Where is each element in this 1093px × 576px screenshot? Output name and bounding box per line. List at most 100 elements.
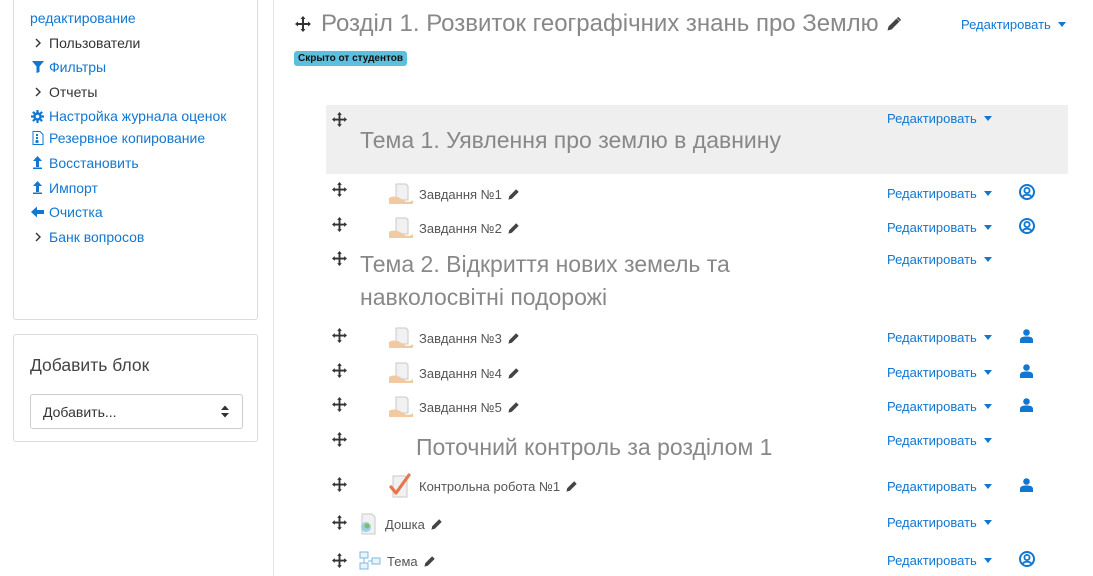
pencil-icon[interactable]: [508, 367, 520, 379]
edit-menu[interactable]: Редактировать: [887, 220, 992, 235]
activity-title: Завдання №1: [419, 186, 502, 202]
user-icon[interactable]: [1020, 398, 1033, 412]
user-icon[interactable]: [1020, 364, 1033, 378]
caret-down-icon: [983, 558, 992, 563]
pencil-icon[interactable]: [431, 518, 443, 530]
section-edit-menu[interactable]: Редактировать: [961, 17, 1066, 32]
admin-item-users[interactable]: Пользователи: [30, 31, 257, 56]
structure-icon: [359, 551, 381, 570]
chevron-right-icon: [30, 31, 45, 55]
user-icon[interactable]: [1020, 478, 1033, 492]
admin-item-label: Фильтры: [49, 59, 107, 76]
activity-assignment-4[interactable]: Завдання №4: [389, 362, 520, 384]
chevron-right-icon: [30, 80, 45, 104]
assignment-icon: [389, 362, 413, 383]
move-icon[interactable]: [332, 217, 347, 232]
edit-menu[interactable]: Редактировать: [887, 365, 992, 380]
user-circle-icon[interactable]: [1019, 218, 1035, 234]
edit-menu[interactable]: Редактировать: [887, 186, 992, 201]
admin-item-question-bank[interactable]: Банк вопросов: [30, 225, 257, 250]
move-icon[interactable]: [332, 515, 347, 530]
pencil-icon[interactable]: [508, 401, 520, 413]
move-icon[interactable]: [332, 553, 347, 568]
activity-board[interactable]: Дошка: [359, 513, 443, 535]
move-icon[interactable]: [332, 112, 347, 127]
assignment-icon: [389, 327, 413, 348]
course-content: Розділ 1. Розвиток географічних знань пр…: [275, 0, 1093, 576]
admin-item-restore[interactable]: Восстановить: [30, 151, 257, 176]
activity-theme[interactable]: Тема: [359, 551, 436, 571]
admin-item-label: Банк вопросов: [49, 228, 145, 245]
edit-menu[interactable]: Редактировать: [887, 515, 992, 530]
admin-item-label: Очистка: [49, 204, 103, 221]
caret-down-icon: [983, 370, 992, 375]
edit-menu[interactable]: Редактировать: [887, 479, 992, 494]
edit-label: Редактировать: [887, 479, 977, 494]
edit-menu[interactable]: Редактировать: [887, 399, 992, 414]
activity-title: Контрольна робота №1: [419, 478, 561, 494]
label-text: Поточний контроль за розділом 1: [416, 434, 773, 460]
admin-item-backup[interactable]: Резервное копирование: [30, 126, 257, 151]
caret-down-icon: [983, 191, 992, 196]
caret-down-icon: [983, 116, 992, 121]
user-circle-icon[interactable]: [1019, 551, 1035, 567]
move-icon[interactable]: [332, 328, 347, 343]
move-icon[interactable]: [332, 432, 347, 447]
pencil-icon[interactable]: [508, 222, 520, 234]
move-icon[interactable]: [332, 477, 347, 492]
activity-title: Тема: [387, 553, 418, 569]
pencil-icon[interactable]: [566, 480, 578, 492]
caret-down-icon: [983, 404, 992, 409]
file-archive-icon: [30, 126, 45, 150]
edit-label: Редактировать: [887, 186, 977, 201]
admin-item-label: Восстановить: [49, 154, 139, 171]
edit-label: Редактировать: [887, 515, 977, 530]
edit-label: Редактировать: [887, 111, 977, 126]
edit-menu[interactable]: Редактировать: [887, 433, 992, 448]
edit-label: Редактировать: [961, 17, 1051, 32]
admin-item-reset[interactable]: Очистка: [30, 200, 257, 225]
move-icon[interactable]: [332, 182, 347, 197]
admin-item-label: Пользователи: [49, 34, 141, 51]
edit-menu[interactable]: Редактировать: [887, 553, 992, 568]
add-block-select[interactable]: Добавить...: [30, 394, 243, 429]
activity-assignment-1[interactable]: Завдання №1: [389, 183, 520, 205]
edit-label: Редактировать: [887, 252, 977, 267]
upload-icon: [30, 176, 45, 200]
admin-item-label: Импорт: [49, 179, 98, 196]
move-icon[interactable]: [332, 397, 347, 412]
admin-item-filters[interactable]: Фильтры: [30, 55, 257, 80]
assignment-icon: [389, 183, 413, 204]
pencil-icon[interactable]: [424, 555, 436, 567]
activity-assignment-2[interactable]: Завдання №2: [389, 217, 520, 239]
move-icon[interactable]: [295, 16, 311, 32]
activity-assignment-3[interactable]: Завдання №3: [389, 327, 520, 349]
caret-down-icon: [1057, 22, 1066, 27]
admin-item-label: редактирование: [30, 10, 136, 26]
move-icon[interactable]: [332, 251, 347, 266]
edit-label: Редактировать: [887, 433, 977, 448]
left-column: редактирование Пользователи Фильтры Отче…: [0, 0, 274, 576]
add-block-card: Добавить блок Добавить...: [13, 334, 258, 442]
add-block-title: Добавить блок: [30, 355, 150, 375]
admin-item-label: Отчеты: [49, 83, 98, 100]
pencil-icon[interactable]: [508, 188, 520, 200]
pencil-icon[interactable]: [508, 332, 520, 344]
admin-item-gradebook-setup[interactable]: Настройка журнала оценок: [30, 104, 257, 126]
admin-item-reports[interactable]: Отчеты: [30, 80, 257, 105]
move-icon[interactable]: [332, 363, 347, 378]
pencil-icon[interactable]: [887, 17, 901, 31]
edit-menu[interactable]: Редактировать: [887, 111, 992, 126]
edit-menu[interactable]: Редактировать: [887, 330, 992, 345]
caret-down-icon: [983, 438, 992, 443]
user-circle-icon[interactable]: [1019, 184, 1035, 200]
activity-assignment-5[interactable]: Завдання №5: [389, 396, 520, 418]
board-icon: [361, 513, 376, 535]
user-icon[interactable]: [1020, 329, 1033, 343]
activity-quiz-1[interactable]: Контрольна робота №1: [389, 473, 578, 499]
edit-menu[interactable]: Редактировать: [887, 252, 992, 267]
admin-item-import[interactable]: Импорт: [30, 176, 257, 201]
admin-item-editing[interactable]: редактирование: [30, 6, 257, 31]
hidden-from-students-badge: Скрыто от студентов: [294, 51, 408, 66]
edit-label: Редактировать: [887, 399, 977, 414]
